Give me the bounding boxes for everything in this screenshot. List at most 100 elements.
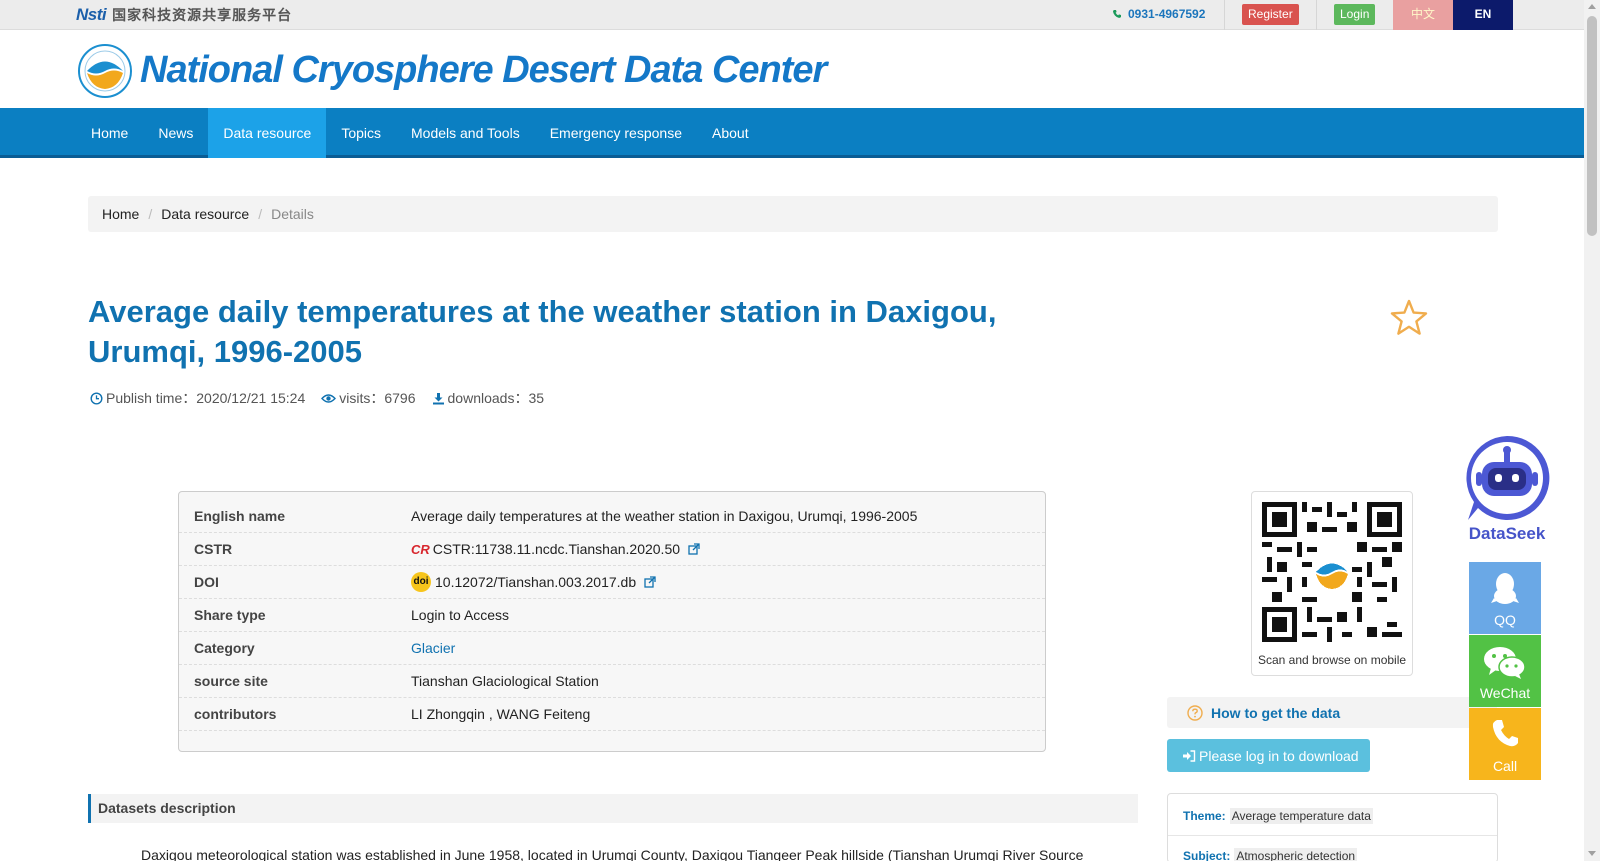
favorite-star-icon[interactable]	[1390, 299, 1428, 337]
robot-chat-icon	[1466, 435, 1550, 520]
nav-item-emergency-response[interactable]: Emergency response	[535, 108, 697, 158]
nav-item-models-and-tools[interactable]: Models and Tools	[396, 108, 535, 158]
info-row-doi: DOI doi 10.12072/Tianshan.003.2017.db	[179, 566, 1045, 599]
info-key: CSTR	[194, 541, 233, 557]
category-link[interactable]: Glacier	[411, 640, 455, 656]
language-chinese-button[interactable]: 中文	[1393, 0, 1453, 30]
publish-time-text: Publish time：2020/12/21 15:24	[106, 390, 306, 406]
info-row-english-name: English name Average daily temperatures …	[179, 500, 1045, 533]
info-row-category: Category Glacier	[179, 632, 1045, 665]
eye-icon	[321, 393, 337, 403]
main-navigation: Home News Data resource Topics Models an…	[0, 108, 1584, 158]
external-link-icon[interactable]	[644, 576, 656, 588]
info-key: Category	[194, 640, 255, 656]
info-key: source site	[194, 673, 268, 689]
info-key: DOI	[194, 574, 219, 590]
wechat-contact-button[interactable]: WeChat	[1469, 635, 1541, 707]
register-button[interactable]: Register	[1242, 4, 1299, 25]
how-to-get-data[interactable]: How to get the data	[1167, 697, 1497, 728]
how-to-get-data-label: How to get the data	[1211, 704, 1341, 721]
info-value: Login to Access	[411, 607, 510, 623]
qr-caption: Scan and browse on mobile	[1257, 653, 1407, 667]
breadcrumb-separator: /	[148, 206, 153, 222]
download-icon	[432, 392, 444, 404]
question-circle-icon	[1187, 704, 1203, 721]
dataset-keywords-panel: Theme: Average temperature data Subject:…	[1167, 793, 1498, 861]
sign-in-icon	[1183, 749, 1196, 762]
info-value: CR CSTR:11738.11.ncdc.Tianshan.2020.50	[411, 541, 700, 557]
subject-key: Subject:	[1183, 849, 1231, 861]
theme-key: Theme:	[1183, 809, 1226, 823]
external-link-icon[interactable]	[688, 543, 700, 555]
nav-item-data-resource[interactable]: Data resource	[208, 108, 327, 158]
site-header: National Cryosphere Desert Data Center	[0, 31, 1584, 107]
dataset-meta: Publish time：2020/12/21 15:24 visits：679…	[90, 388, 560, 408]
breadcrumb-data-resource[interactable]: Data resource	[161, 206, 249, 222]
page-title: Average daily temperatures at the weathe…	[88, 294, 997, 369]
qq-penguin-icon	[1491, 573, 1519, 604]
theme-tag[interactable]: Average temperature data	[1229, 808, 1373, 824]
nav-item-about[interactable]: About	[697, 108, 764, 158]
divider	[1224, 0, 1225, 30]
call-label: Call	[1492, 758, 1518, 774]
phone-icon	[1113, 10, 1121, 18]
info-key: Share type	[194, 607, 266, 623]
cstr-value: CSTR:11738.11.ncdc.Tianshan.2020.50	[432, 541, 681, 557]
login-button[interactable]: Login	[1334, 4, 1376, 25]
qr-code-panel: Scan and browse on mobile	[1251, 491, 1413, 676]
nsti-platform-logo[interactable]: Nsti 国家科技资源共享服务平台	[76, 4, 292, 26]
info-key: English name	[194, 508, 286, 524]
call-contact-button[interactable]: Call	[1469, 708, 1541, 780]
top-bar: Nsti 国家科技资源共享服务平台 0931-4967592 Register …	[0, 0, 1584, 30]
subject-row: Subject: Atmospheric detection	[1183, 848, 1358, 861]
nav-item-topics[interactable]: Topics	[326, 108, 396, 158]
nsti-mark: Nsti	[76, 5, 107, 24]
info-key: contributors	[194, 706, 277, 722]
site-title[interactable]: National Cryosphere Desert Data Center	[140, 49, 827, 92]
scroll-up-arrow-icon[interactable]	[1588, 4, 1596, 9]
breadcrumb-current: Details	[271, 206, 314, 222]
breadcrumb: Home / Data resource / Details	[88, 196, 1498, 232]
qr-code-icon	[1262, 502, 1402, 642]
divider	[1316, 0, 1317, 30]
breadcrumb-separator: /	[258, 206, 263, 222]
divider	[1168, 835, 1497, 836]
info-row-share-type: Share type Login to Access	[179, 599, 1045, 632]
nav-item-news[interactable]: News	[143, 108, 208, 158]
login-to-download-button[interactable]: Please log in to download	[1167, 739, 1370, 772]
visits-text: visits：6796	[339, 390, 416, 406]
wechat-icon	[1484, 647, 1526, 679]
breadcrumb-home[interactable]: Home	[102, 206, 139, 222]
language-english-button[interactable]: EN	[1453, 0, 1513, 30]
info-row-cstr: CSTR CR CSTR:11738.11.ncdc.Tianshan.2020…	[179, 533, 1045, 566]
info-value: Tianshan Glaciological Station	[411, 673, 599, 689]
page-scrollbar[interactable]	[1584, 0, 1600, 861]
datasets-description-text: Daxigou meteorological station was estab…	[141, 847, 1084, 861]
doi-badge-icon: doi	[411, 572, 431, 592]
scroll-down-arrow-icon[interactable]	[1588, 851, 1596, 856]
site-logo-icon[interactable]	[78, 44, 132, 98]
dataseek-label: DataSeek	[1468, 524, 1546, 543]
clock-icon	[90, 391, 103, 405]
visits-count: visits：6796	[321, 388, 416, 408]
login-to-download-label: Please log in to download	[1199, 747, 1359, 764]
info-value: LI Zhongqin , WANG Feiteng	[411, 706, 591, 722]
phone-number: 0931-4967592	[1128, 7, 1206, 21]
downloads-count: downloads：35	[432, 388, 544, 408]
info-value: doi 10.12072/Tianshan.003.2017.db	[411, 572, 656, 592]
info-value: Average daily temperatures at the weathe…	[411, 508, 918, 524]
dataset-info-table: English name Average daily temperatures …	[178, 491, 1046, 752]
dataseek-assistant[interactable]: DataSeek	[1460, 432, 1554, 544]
info-row-contributors: contributors LI Zhongqin , WANG Feiteng	[179, 698, 1045, 731]
wechat-label: WeChat	[1479, 685, 1531, 701]
scrollbar-thumb[interactable]	[1587, 16, 1597, 236]
nav-item-home[interactable]: Home	[76, 108, 143, 158]
publish-time: Publish time：2020/12/21 15:24	[90, 388, 305, 408]
datasets-description-heading: Datasets description	[88, 794, 1138, 823]
qq-contact-button[interactable]: QQ	[1469, 562, 1541, 634]
contact-phone: 0931-4967592	[1112, 7, 1205, 21]
info-row-source-site: source site Tianshan Glaciological Stati…	[179, 665, 1045, 698]
subject-tag[interactable]: Atmospheric detection	[1234, 848, 1358, 861]
info-value: Glacier	[411, 640, 455, 656]
theme-row: Theme: Average temperature data	[1183, 808, 1373, 824]
